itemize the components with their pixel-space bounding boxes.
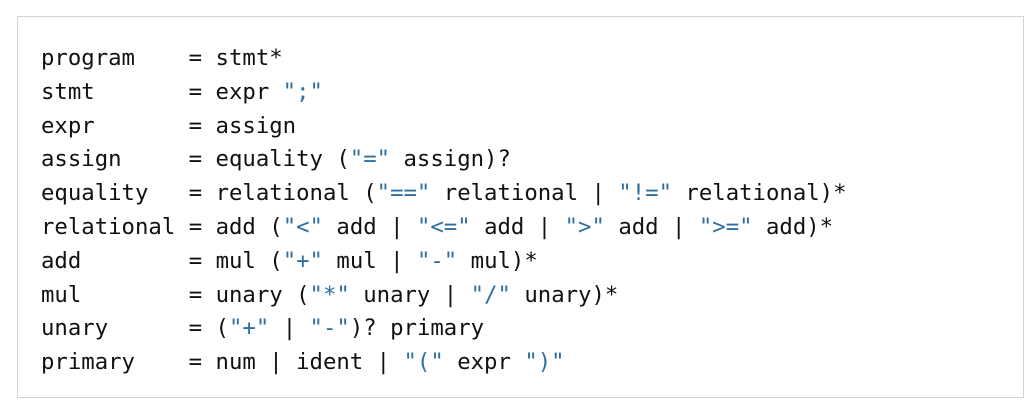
rule-body-text: num | ident |: [215, 349, 404, 376]
grammar-rule: stmt = expr ";": [41, 76, 1023, 110]
rule-assign-operator: =: [188, 315, 203, 342]
rule-name: assign: [41, 146, 122, 173]
rule-body-text: (: [215, 315, 229, 342]
string-literal: ")": [524, 349, 565, 376]
rule-body-text: mul (: [215, 247, 283, 274]
rule-body-text: stmt*: [215, 45, 283, 71]
string-literal: ">=": [698, 213, 753, 240]
grammar-listing: program = stmt* stmt = expr ";" expr = ass…: [41, 42, 1023, 380]
code-block: program = stmt* stmt = expr ";" expr = ass…: [17, 16, 1024, 398]
grammar-rule: equality = relational ("==" relational |…: [41, 177, 1023, 211]
rule-assign-operator: =: [188, 78, 203, 105]
rule-body-text: add |: [322, 213, 417, 240]
rule-name: stmt: [41, 78, 95, 105]
string-literal: "*": [309, 281, 350, 308]
rule-name: mul: [41, 281, 82, 308]
grammar-rule: program = stmt*: [41, 42, 1023, 76]
grammar-rule: relational = add ("<" add | "<=" add | "…: [41, 211, 1023, 245]
rule-body-text: relational)*: [672, 180, 847, 207]
rule-body-text: unary |: [349, 281, 471, 308]
string-literal: "-": [416, 247, 458, 274]
rule-body-text: add (: [215, 213, 283, 240]
rule-body-text: )? primary: [349, 315, 485, 342]
string-literal: "-": [309, 315, 350, 342]
rule-assign-operator: =: [188, 112, 203, 139]
rule-assign-operator: =: [188, 247, 203, 274]
rule-name: program: [41, 45, 135, 71]
rule-assign-operator: =: [188, 281, 203, 308]
grammar-rule: mul = unary ("*" unary | "/" unary)*: [41, 279, 1023, 313]
rule-name: relational: [41, 213, 176, 240]
grammar-rule: primary = num | ident | "(" expr ")": [41, 346, 1023, 380]
rule-name: unary: [41, 315, 109, 342]
rule-body-text: unary (: [215, 281, 310, 308]
rule-assign-operator: =: [188, 180, 203, 207]
rule-body-text: relational |: [430, 180, 619, 207]
rule-body-text: expr: [215, 78, 283, 105]
string-literal: "<": [282, 213, 323, 240]
string-literal: "<=": [416, 213, 471, 240]
rule-body-text: unary)*: [510, 281, 619, 308]
rule-body-text: |: [269, 315, 310, 342]
string-literal: "=": [349, 146, 391, 173]
grammar-rule: add = mul ("+" mul | "-" mul)*: [41, 245, 1023, 279]
string-literal: ">": [564, 213, 605, 240]
rule-body-text: mul)*: [457, 247, 538, 274]
rule-body-text: relational (: [215, 180, 377, 207]
grammar-rule: assign = equality ("=" assign)?: [41, 143, 1023, 177]
rule-name: add: [41, 247, 82, 274]
rule-body-text: add |: [470, 213, 565, 240]
rule-body-text: add)*: [752, 213, 834, 240]
grammar-rule: expr = assign: [41, 110, 1023, 144]
grammar-rule: unary = ("+" | "-")? primary: [41, 312, 1023, 346]
string-literal: "/": [470, 281, 511, 308]
string-literal: "==": [376, 180, 431, 207]
rule-body-text: assign: [215, 112, 297, 139]
rule-body-text: assign)?: [390, 146, 511, 173]
rule-body-text: add |: [604, 213, 699, 240]
rule-name: equality: [41, 180, 149, 207]
rule-assign-operator: =: [188, 45, 203, 71]
rule-body-text: equality (: [215, 146, 350, 173]
string-literal: "+": [282, 247, 323, 274]
rule-assign-operator: =: [188, 349, 203, 376]
string-literal: "+": [228, 315, 270, 342]
string-literal: "(": [403, 349, 444, 376]
rule-assign-operator: =: [188, 146, 203, 173]
rule-name: primary: [41, 349, 135, 376]
string-literal: ";": [282, 78, 323, 105]
rule-body-text: mul |: [322, 247, 417, 274]
rule-body-text: expr: [443, 349, 525, 376]
rule-name: expr: [41, 112, 95, 139]
rule-assign-operator: =: [188, 213, 203, 240]
string-literal: "!=": [618, 180, 672, 207]
